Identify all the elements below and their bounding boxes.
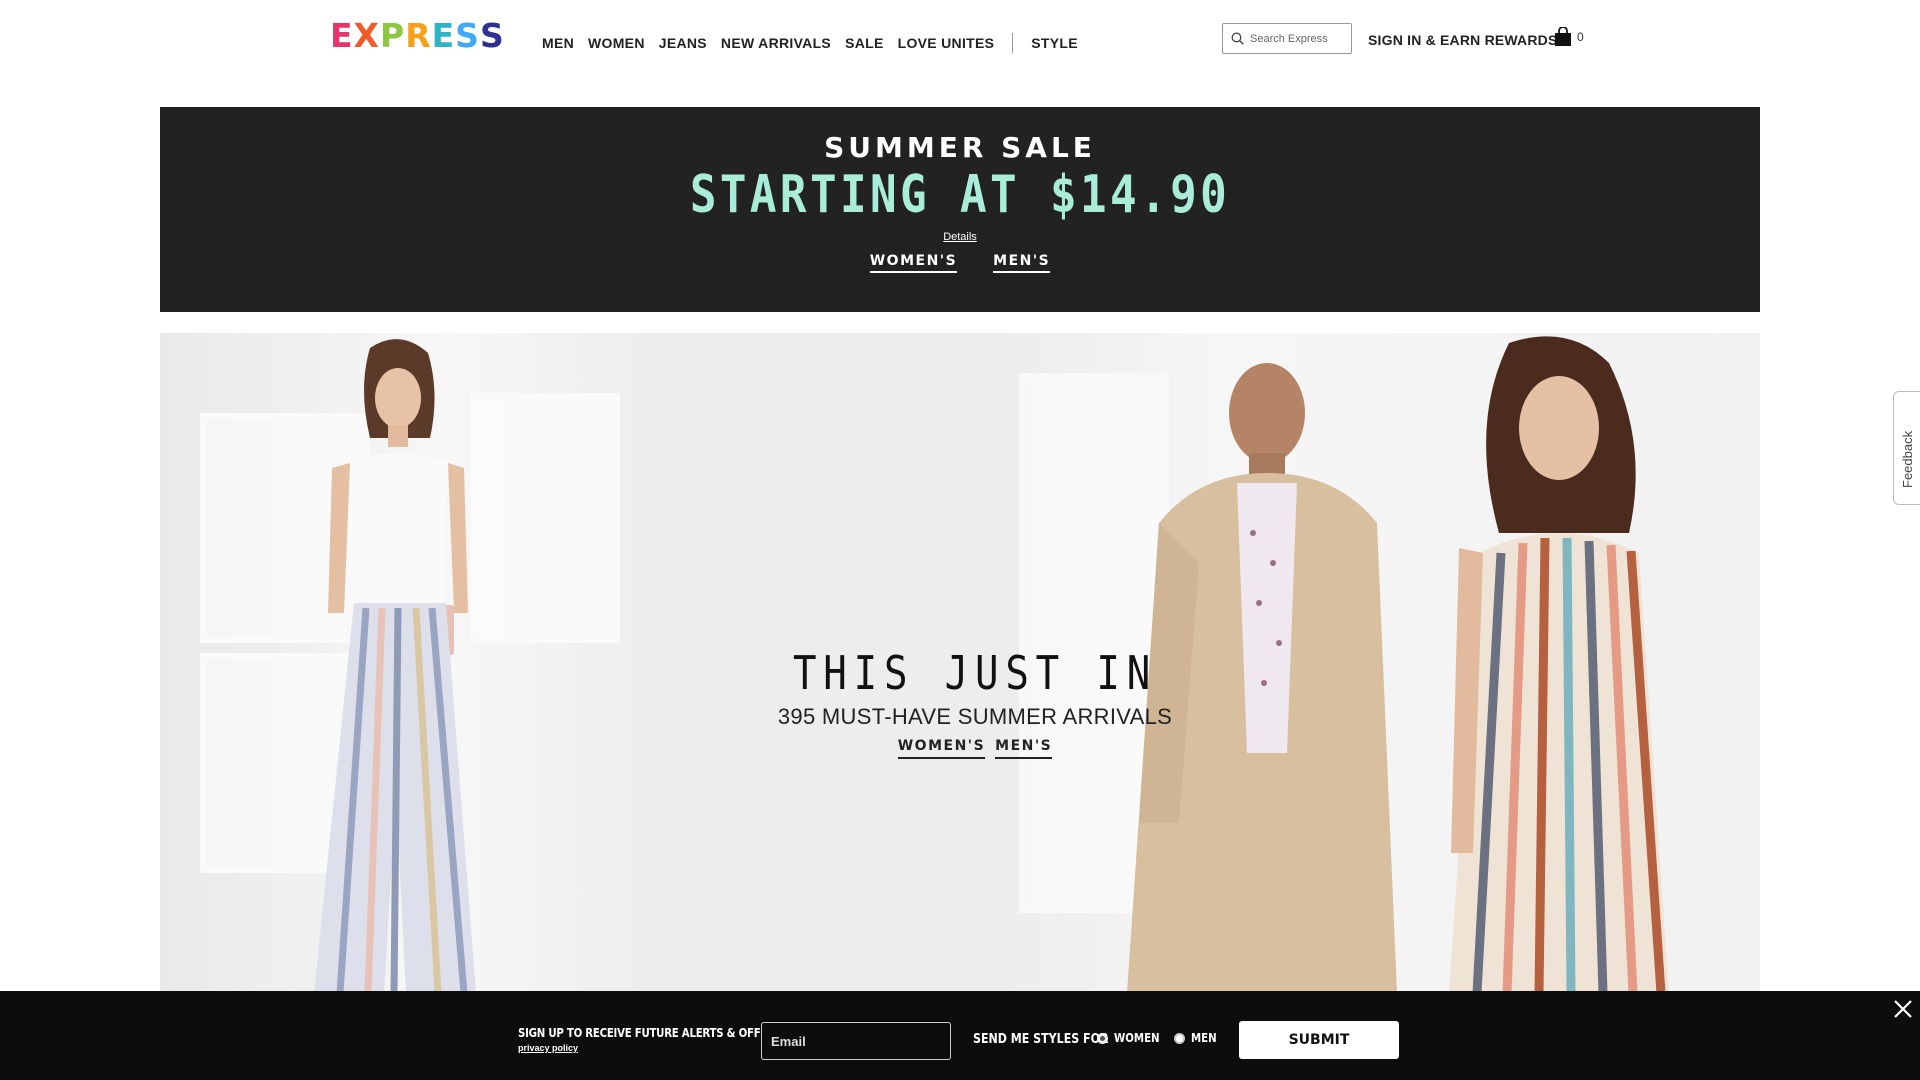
main-nav: MEN WOMEN JEANS NEW ARRIVALS SALE LOVE U… [542, 33, 1092, 53]
nav-men[interactable]: MEN [542, 35, 574, 51]
sale-womens-link[interactable]: WOMEN'S [869, 253, 958, 273]
radio-men[interactable]: MEN [1174, 1031, 1221, 1045]
shopping-bag-icon[interactable] [1554, 27, 1572, 47]
search-input[interactable] [1250, 32, 1346, 45]
search-box[interactable] [1222, 23, 1352, 54]
nav-new-arrivals[interactable]: NEW ARRIVALS [721, 35, 831, 51]
logo-letter: E [431, 16, 456, 55]
bag-count: 0 [1577, 30, 1584, 44]
sale-subtitle: STARTING AT $14.90 [689, 165, 1231, 225]
nav-style[interactable]: STYLE [1031, 35, 1078, 51]
summer-sale-banner[interactable]: SUMMER SALE STARTING AT $14.90 Details W… [160, 107, 1760, 312]
hero-links: WOMEN'S MEN'S [725, 738, 1225, 759]
submit-button[interactable]: SUBMIT [1239, 1021, 1399, 1059]
logo-letter: S [455, 16, 480, 55]
styles-for-label: SEND ME STYLES FOR [973, 1032, 1109, 1047]
logo-letter: S [479, 16, 505, 55]
sale-details-label[interactable]: Details [943, 231, 977, 243]
hero-subtitle: 395 MUST-HAVE SUMMER ARRIVALS [777, 704, 1173, 729]
hero-mens-link[interactable]: MEN'S [995, 738, 1053, 759]
logo-letter: X [353, 16, 380, 55]
search-icon[interactable] [1231, 32, 1244, 45]
radio-women[interactable]: WOMEN [1097, 1031, 1168, 1045]
feedback-label[interactable]: Feedback [1900, 431, 1915, 488]
express-logo[interactable]: EXPRESS [330, 18, 505, 54]
nav-women[interactable]: WOMEN [588, 35, 645, 51]
sale-title: SUMMER SALE [824, 131, 1096, 164]
logo-letter: R [405, 16, 432, 55]
close-icon[interactable] [1892, 998, 1914, 1020]
sign-in-link[interactable]: SIGN IN & EARN REWARDS [1368, 32, 1558, 48]
logo-letter: E [330, 16, 354, 55]
nav-sale[interactable]: SALE [845, 35, 884, 51]
radio-men-label[interactable]: MEN [1191, 1031, 1217, 1045]
nav-jeans[interactable]: JEANS [659, 35, 707, 51]
logo-letter: P [380, 16, 406, 55]
signup-heading: SIGN UP TO RECEIVE FUTURE ALERTS & OFFER… [518, 1026, 782, 1040]
feedback-tab[interactable]: Feedback [1893, 391, 1920, 505]
nav-love-unites[interactable]: LOVE UNITES [898, 35, 995, 51]
hero-womens-link[interactable]: WOMEN'S [897, 738, 986, 759]
email-field[interactable] [761, 1022, 951, 1060]
hero-banner[interactable]: THIS JUST IN 395 MUST-HAVE SUMMER ARRIVA… [160, 333, 1760, 993]
shopping-bag[interactable]: 0 [1554, 27, 1584, 47]
sale-details-link[interactable]: Details [160, 231, 1760, 243]
radio-women-dot[interactable] [1097, 1032, 1108, 1044]
hero-left-image [160, 333, 639, 993]
sale-mens-link[interactable]: MEN'S [993, 253, 1051, 273]
hero-text-block: THIS JUST IN 395 MUST-HAVE SUMMER ARRIVA… [725, 648, 1225, 759]
radio-men-dot[interactable] [1174, 1032, 1185, 1044]
nav-divider [1012, 33, 1014, 53]
radio-women-label[interactable]: WOMEN [1114, 1031, 1160, 1045]
sale-links: WOMEN'S MEN'S [160, 253, 1760, 273]
privacy-policy-link[interactable]: privacy policy [518, 1043, 578, 1053]
model-woman-left [314, 339, 476, 993]
model-woman-right [1449, 336, 1669, 993]
email-signup-bar [0, 991, 1920, 1080]
hero-title: THIS JUST IN [792, 646, 1158, 700]
site-header: EXPRESS MEN WOMEN JEANS NEW ARRIVALS SAL… [0, 0, 1920, 80]
